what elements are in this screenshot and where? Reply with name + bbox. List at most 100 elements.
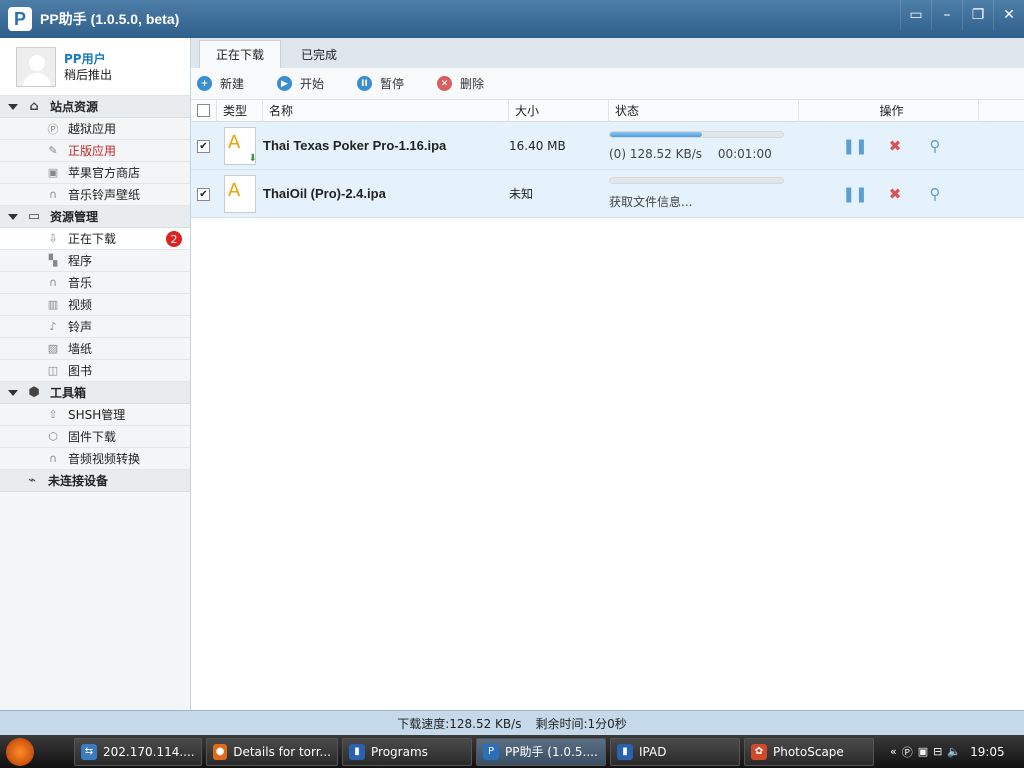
download-count-badge: 2 [166,231,182,247]
pause-all-button[interactable]: II 暂停 [351,68,431,100]
progress-bar [609,130,784,138]
collapse-arrow-icon[interactable] [8,213,18,220]
p-icon: Ⓟ [47,122,59,136]
table-header: 类型 名称 大小 状态 操作 [191,99,1024,122]
sidebar-item-av-convert[interactable]: ∩ 音频视频转换 [0,448,190,470]
play-icon: ▶ [277,76,292,91]
sidebar-item-video[interactable]: ▥ 视频 [0,294,190,316]
col-name[interactable]: 名称 [263,99,509,122]
start-button[interactable]: ▶ 开始 [271,68,351,100]
section-resource-management[interactable]: ▭ 资源管理 [0,206,190,228]
sidebar-item-label: 苹果官方商店 [68,166,141,180]
total-remaining: 剩余时间:1分0秒 [535,716,627,731]
network-icon[interactable]: ⊟ [933,745,942,758]
store-icon: ▣ [47,166,59,179]
sidebar-item-music-ringtones[interactable]: ∩ 音乐铃声壁纸 [0,184,190,206]
clock[interactable]: 19:05 [970,745,1005,759]
tab-completed[interactable]: 已完成 [285,40,353,68]
tray-app-icon[interactable]: ▣ [918,745,928,758]
device-status[interactable]: ⌁ 未连接设备 [0,470,190,492]
taskbar-item[interactable]: ▮ IPAD [610,737,740,766]
image-icon: ▨ [47,342,59,355]
delete-row-button[interactable]: ✖ [875,170,915,218]
new-button[interactable]: + 新建 [191,68,271,100]
progress-bar [609,177,784,184]
pause-icon: ❚❚ [842,136,868,155]
collapse-arrow-icon[interactable] [8,103,18,110]
sidebar-item-jailbreak-apps[interactable]: Ⓟ 越狱应用 [0,118,190,140]
locate-row-button[interactable]: ⚲ [915,170,955,218]
user-status: 稍后推出 [64,67,113,82]
upload-icon: ⇧ [48,408,58,421]
table-row[interactable]: ✔ A ⬇ Thai Texas Poker Pro-1.16.ipa 16.40… [191,122,1024,170]
delete-button[interactable]: ✕ 删除 [431,68,511,100]
sidebar-item-downloading[interactable]: ⇩ 正在下载 2 [0,228,190,250]
sidebar-item-ringtones[interactable]: ♪ 铃声 [0,316,190,338]
delete-icon: ✕ [437,76,452,91]
row-checkbox[interactable]: ✔ [197,188,210,201]
tab-downloading[interactable]: 正在下载 [199,40,282,68]
tray-expand-icon[interactable]: « [890,745,897,758]
section-title: 站点资源 [50,100,99,114]
sidebar-item-programs[interactable]: ▚ 程序 [0,250,190,272]
status-bar: 下载速度:128.52 KB/s 剩余时间:1分0秒 [0,710,1024,735]
sidebar-item-label: 正在下载 [68,232,117,246]
col-size[interactable]: 大小 [509,99,609,122]
download-icon: ⇩ [48,232,58,245]
taskbar-item[interactable]: ▮ Programs [342,737,472,766]
section-toolbox[interactable]: ⬢ 工具箱 [0,382,190,404]
sidebar-item-label: 程序 [68,254,93,268]
select-all-cell [191,99,217,122]
progress-fill [610,131,702,137]
sidebar-item-label: 墙纸 [68,342,93,356]
taskbar-item[interactable]: ⇆ 202.170.114.... [74,737,202,766]
close-button[interactable]: ✕ [993,0,1024,30]
note-icon: ♪ [49,320,57,333]
locate-row-button[interactable]: ⚲ [915,122,955,170]
home-icon: ⌂ [29,99,39,114]
film-icon: ▥ [47,298,59,311]
tab-bar: 正在下载 已完成 [191,38,1024,68]
taskbar-item-label: PP助手 (1.0.5.... [505,745,598,759]
headphones-icon: ∩ [48,188,58,201]
volume-icon[interactable]: 🔈 [947,745,961,758]
new-label: 新建 [220,77,245,91]
menu-button[interactable]: ▭ [900,0,931,30]
toolbox-icon: ⬢ [28,385,40,400]
sidebar-item-books[interactable]: ◫ 图书 [0,360,190,382]
sidebar-item-genuine-apps[interactable]: ✎ 正版应用 [0,140,190,162]
total-speed: 下载速度:128.52 KB/s [397,716,522,731]
sidebar-item-shsh[interactable]: ⇧ SHSH管理 [0,404,190,426]
section-site-resources[interactable]: ⌂ 站点资源 [0,96,190,118]
col-type[interactable]: 类型 [217,99,263,122]
pause-icon: II [357,76,372,91]
delete-row-button[interactable]: ✖ [875,122,915,170]
sidebar-item-firmware[interactable]: ⬡ 固件下载 [0,426,190,448]
user-name[interactable]: PP用户 [64,51,112,67]
table-row[interactable]: ✔ A ThaiOil (Pro)-2.4.ipa 未知 获取文件信息... ❚… [191,170,1024,218]
minimize-button[interactable]: – [931,0,962,30]
pp-tray-icon[interactable]: Ⓟ [902,744,913,760]
col-status[interactable]: 状态 [609,99,799,122]
pause-label: 暂停 [380,77,405,91]
sidebar-item-music[interactable]: ∩ 音乐 [0,272,190,294]
pause-row-button[interactable]: ❚❚ [835,122,875,170]
taskbar-item[interactable]: ✿ PhotoScape [744,737,874,766]
select-all-checkbox[interactable] [197,104,210,117]
row-checkbox[interactable]: ✔ [197,140,210,153]
taskbar-item-active[interactable]: P PP助手 (1.0.5.... [476,737,606,766]
sidebar-item-app-store[interactable]: ▣ 苹果官方商店 [0,162,190,184]
start-button[interactable] [0,735,40,768]
sidebar-item-label: 音频视频转换 [68,452,141,466]
device-status-label: 未连接设备 [48,474,109,488]
start-label: 开始 [300,77,325,91]
system-tray: « Ⓟ ▣ ⊟ 🔈 19:05 [884,735,1024,768]
pause-row-button[interactable]: ❚❚ [835,170,875,218]
restore-button[interactable]: ❐ [962,0,993,30]
taskbar-item[interactable]: ● Details for torr... [206,737,338,766]
user-panel[interactable]: PP用户 稍后推出 [0,38,190,96]
avatar[interactable] [16,46,56,87]
sidebar-item-wallpaper[interactable]: ▨ 墙纸 [0,338,190,360]
grid-icon: ▚ [48,254,58,267]
collapse-arrow-icon[interactable] [8,389,18,396]
